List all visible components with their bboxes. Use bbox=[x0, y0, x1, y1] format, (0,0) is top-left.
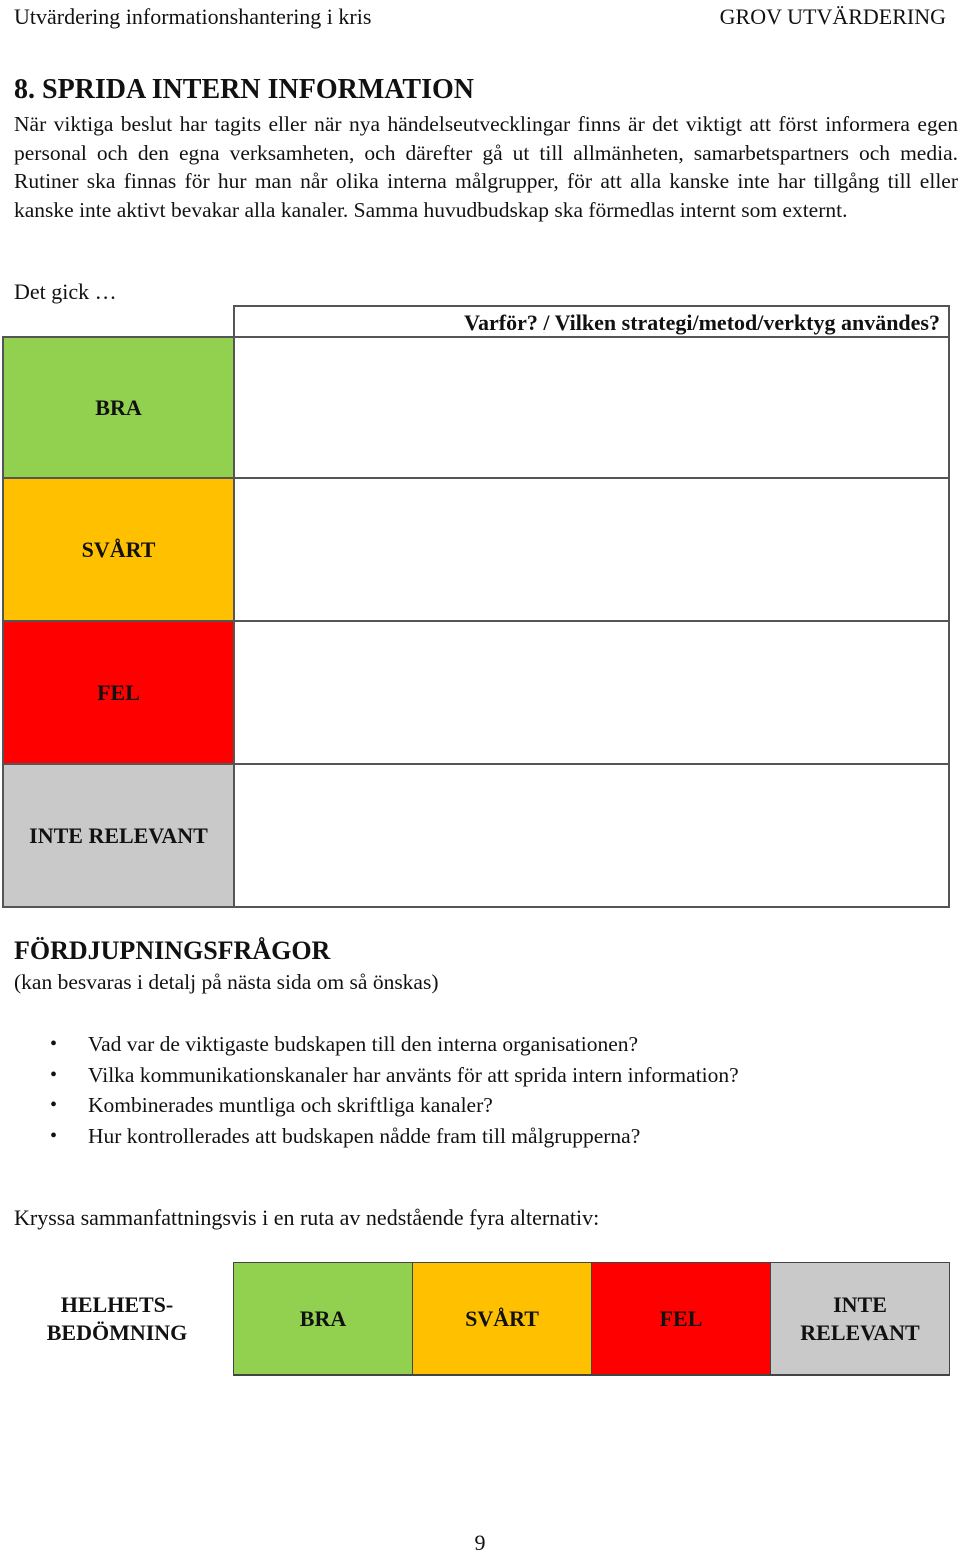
table-row-inte-relevant: INTE RELEVANT bbox=[2, 765, 950, 908]
overall-assessment-label-line2: BEDÖMNING bbox=[46, 1320, 188, 1345]
evaluation-table: Varför? / Vilken strategi/metod/verktyg … bbox=[2, 305, 950, 908]
deepening-subtitle: (kan besvaras i detalj på nästa sida om … bbox=[14, 970, 439, 994]
option-inte-relevant[interactable]: INTE RELEVANT bbox=[771, 1263, 949, 1374]
option-label-line1: INTE bbox=[833, 1291, 887, 1317]
overall-assessment-options: BRA SVÅRT FEL INTE RELEVANT bbox=[233, 1262, 950, 1376]
option-label: SVÅRT bbox=[465, 1305, 539, 1331]
page-number: 9 bbox=[474, 1530, 486, 1555]
deepening-title: FÖRDJUPNINGSFRÅGOR bbox=[14, 936, 331, 965]
document-header-title: Utvärdering informationshantering i kris bbox=[14, 4, 372, 29]
document-header-type: GROV UTVÄRDERING bbox=[719, 4, 946, 29]
bullet-icon: • bbox=[50, 1094, 58, 1116]
list-item: • Kombinerades muntliga och skriftliga ka… bbox=[50, 1090, 739, 1121]
answer-field-bra[interactable] bbox=[233, 336, 950, 479]
option-label: BRA bbox=[299, 1305, 347, 1331]
list-item: • Vilka kommunikationskanaler har använts… bbox=[50, 1060, 739, 1091]
bullet-icon: • bbox=[50, 1063, 58, 1086]
bullet-icon: • bbox=[50, 1124, 58, 1147]
table-row-svart: SVÅRT bbox=[2, 479, 950, 622]
answer-field-svart[interactable] bbox=[233, 479, 950, 622]
section-title: 8. SPRIDA INTERN INFORMATION bbox=[14, 74, 474, 105]
list-item: • Hur kontrollerades att budskapen nådde … bbox=[50, 1121, 739, 1152]
deepening-question-list: • Vad var de viktigaste budskapen till de… bbox=[50, 1029, 739, 1151]
option-label-line2: RELEVANT bbox=[800, 1319, 920, 1345]
table-row-fel: FEL bbox=[2, 622, 950, 765]
rating-label-bra: BRA bbox=[2, 336, 233, 479]
column-header: Varför? / Vilken strategi/metod/verktyg … bbox=[233, 305, 950, 336]
section-intro: När viktiga beslut har tagits eller när … bbox=[14, 112, 958, 222]
answer-field-fel[interactable] bbox=[233, 622, 950, 765]
overall-assessment-label-line1: HELHETS- bbox=[60, 1292, 174, 1317]
rating-label-fel: FEL bbox=[2, 622, 233, 765]
table-row-bra: BRA bbox=[2, 336, 950, 479]
option-fel[interactable]: FEL bbox=[592, 1263, 771, 1374]
overall-assessment-label: HELHETS- BEDÖMNING bbox=[14, 1262, 220, 1376]
rating-label-inte-relevant: INTE RELEVANT bbox=[2, 765, 233, 908]
question-text: Vilka kommunikationskanaler har använts … bbox=[88, 1062, 739, 1087]
answer-field-inte-relevant[interactable] bbox=[233, 765, 950, 908]
question-text: Kombinerades muntliga och skriftliga kan… bbox=[88, 1093, 493, 1117]
question-text: Vad var de viktigaste budskapen till den… bbox=[88, 1032, 639, 1056]
rating-label-svart: SVÅRT bbox=[2, 479, 233, 622]
summary-instruction: Kryssa sammanfattningsvis i en ruta av n… bbox=[14, 1205, 600, 1230]
option-svart[interactable]: SVÅRT bbox=[413, 1263, 592, 1374]
bullet-icon: • bbox=[50, 1033, 58, 1055]
table-lead-text: Det gick … bbox=[14, 279, 117, 304]
option-label: FEL bbox=[659, 1305, 703, 1331]
question-text: Hur kontrollerades att budskapen nådde f… bbox=[88, 1123, 641, 1148]
list-item: • Vad var de viktigaste budskapen till de… bbox=[50, 1029, 739, 1060]
option-bra[interactable]: BRA bbox=[234, 1263, 413, 1374]
